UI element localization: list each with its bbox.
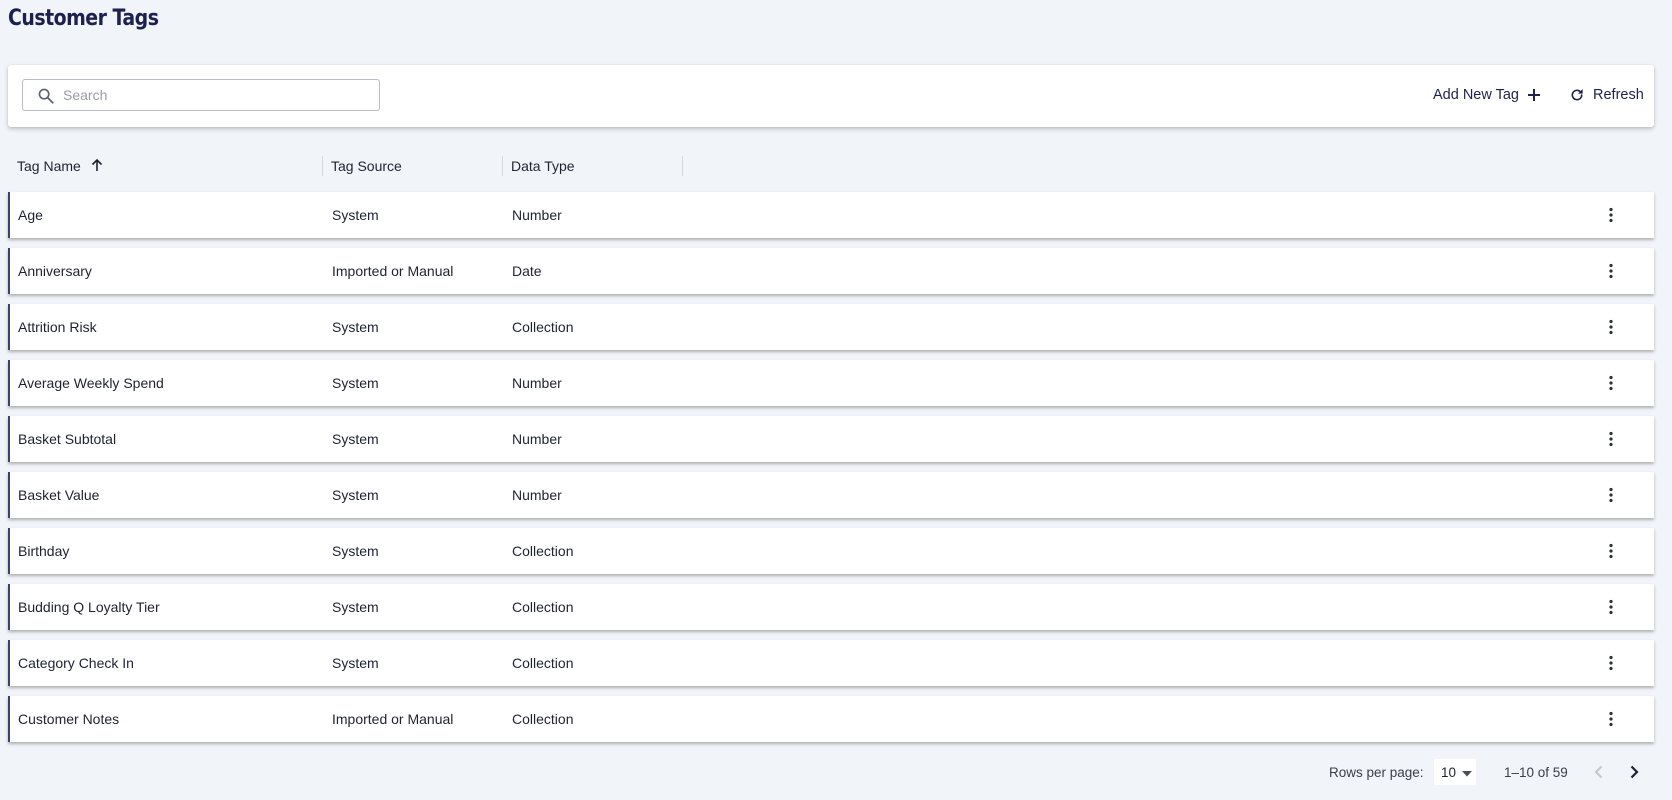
table-body: Age System Number Anniversary Imported o… [8, 192, 1654, 752]
tag-name-cell: Basket Subtotal [18, 431, 117, 447]
refresh-label: Refresh [1593, 87, 1644, 103]
table-row[interactable]: Customer Notes Imported or Manual Collec… [8, 696, 1654, 742]
tag-name-cell: Birthday [18, 543, 70, 559]
tag-name-cell: Age [18, 207, 43, 223]
tag-source-cell: Imported or Manual [332, 263, 454, 279]
tag-name-cell: Average Weekly Spend [18, 375, 164, 391]
more-vertical-icon[interactable] [1602, 710, 1620, 728]
search-icon [37, 87, 55, 105]
more-vertical-icon[interactable] [1602, 654, 1620, 672]
table-row[interactable]: Basket Subtotal System Number [8, 416, 1654, 462]
table-row[interactable]: Category Check In System Collection [8, 640, 1654, 686]
tag-name-cell: Budding Q Loyalty Tier [18, 599, 160, 615]
table-row[interactable]: Budding Q Loyalty Tier System Collection [8, 584, 1654, 630]
chevron-right-icon[interactable] [1622, 760, 1646, 784]
table-row[interactable]: Average Weekly Spend System Number [8, 360, 1654, 406]
tag-name-cell: Attrition Risk [18, 319, 97, 335]
tag-source-cell: Imported or Manual [332, 711, 454, 727]
tag-source-cell: System [332, 207, 379, 223]
tag-name-cell: Category Check In [18, 655, 134, 671]
add-new-tag-label: Add New Tag [1433, 87, 1519, 103]
caret-down-icon [1462, 765, 1473, 780]
tag-source-cell: System [332, 543, 379, 559]
column-header-tag-name[interactable]: Tag Name [17, 154, 104, 178]
more-vertical-icon[interactable] [1602, 486, 1620, 504]
tag-source-cell: System [332, 487, 379, 503]
search-input[interactable] [63, 80, 363, 110]
tag-source-cell: System [332, 431, 379, 447]
table-row[interactable]: Attrition Risk System Collection [8, 304, 1654, 350]
more-vertical-icon[interactable] [1602, 542, 1620, 560]
tag-source-cell: System [332, 375, 379, 391]
column-header-data-type[interactable]: Data Type [511, 154, 575, 178]
add-new-tag-button[interactable]: Add New Tag [1433, 83, 1541, 107]
data-type-cell: Collection [512, 319, 574, 335]
plus-icon [1527, 88, 1541, 102]
search-box[interactable] [22, 79, 380, 111]
more-vertical-icon[interactable] [1602, 374, 1620, 392]
more-vertical-icon[interactable] [1602, 598, 1620, 616]
column-header-tag-source[interactable]: Tag Source [331, 154, 402, 178]
pagination-range: 1–10 of 59 [1504, 764, 1568, 780]
data-type-cell: Collection [512, 599, 574, 615]
column-separator[interactable] [682, 156, 683, 176]
customer-tags-page: Customer Tags Add New Tag [0, 0, 1672, 800]
data-type-cell: Collection [512, 543, 574, 559]
tag-name-cell: Basket Value [18, 487, 100, 503]
arrow-up-icon[interactable] [90, 158, 104, 175]
rows-per-page-select[interactable]: 10 [1434, 759, 1476, 785]
tag-name-cell: Customer Notes [18, 711, 120, 727]
table-row[interactable]: Basket Value System Number [8, 472, 1654, 518]
data-type-cell: Number [512, 487, 562, 503]
table-row[interactable]: Birthday System Collection [8, 528, 1654, 574]
more-vertical-icon[interactable] [1602, 206, 1620, 224]
column-header-label: Tag Source [331, 158, 402, 174]
page-title: Customer Tags [8, 6, 159, 31]
table-header: Tag Name Tag Source Data Type [8, 154, 1654, 178]
rows-per-page-value: 10 [1441, 764, 1457, 780]
tag-source-cell: System [332, 599, 379, 615]
table-row[interactable]: Anniversary Imported or Manual Date [8, 248, 1654, 294]
column-separator[interactable] [502, 156, 503, 176]
tag-source-cell: System [332, 319, 379, 335]
data-type-cell: Collection [512, 711, 574, 727]
column-separator[interactable] [322, 156, 323, 176]
more-vertical-icon[interactable] [1602, 318, 1620, 336]
tag-source-cell: System [332, 655, 379, 671]
data-type-cell: Number [512, 431, 562, 447]
refresh-button[interactable]: Refresh [1569, 83, 1644, 107]
data-type-cell: Number [512, 375, 562, 391]
toolbar: Add New Tag Refresh [8, 65, 1654, 127]
tag-name-cell: Anniversary [18, 263, 92, 279]
more-vertical-icon[interactable] [1602, 262, 1620, 280]
table-row[interactable]: Age System Number [8, 192, 1654, 238]
chevron-left-icon[interactable] [1587, 760, 1611, 784]
more-vertical-icon[interactable] [1602, 430, 1620, 448]
data-type-cell: Number [512, 207, 562, 223]
column-header-label: Tag Name [17, 158, 81, 174]
data-type-cell: Collection [512, 655, 574, 671]
refresh-icon [1569, 87, 1585, 103]
column-header-label: Data Type [511, 158, 575, 174]
data-type-cell: Date [512, 263, 542, 279]
rows-per-page-label: Rows per page: [1329, 764, 1424, 780]
